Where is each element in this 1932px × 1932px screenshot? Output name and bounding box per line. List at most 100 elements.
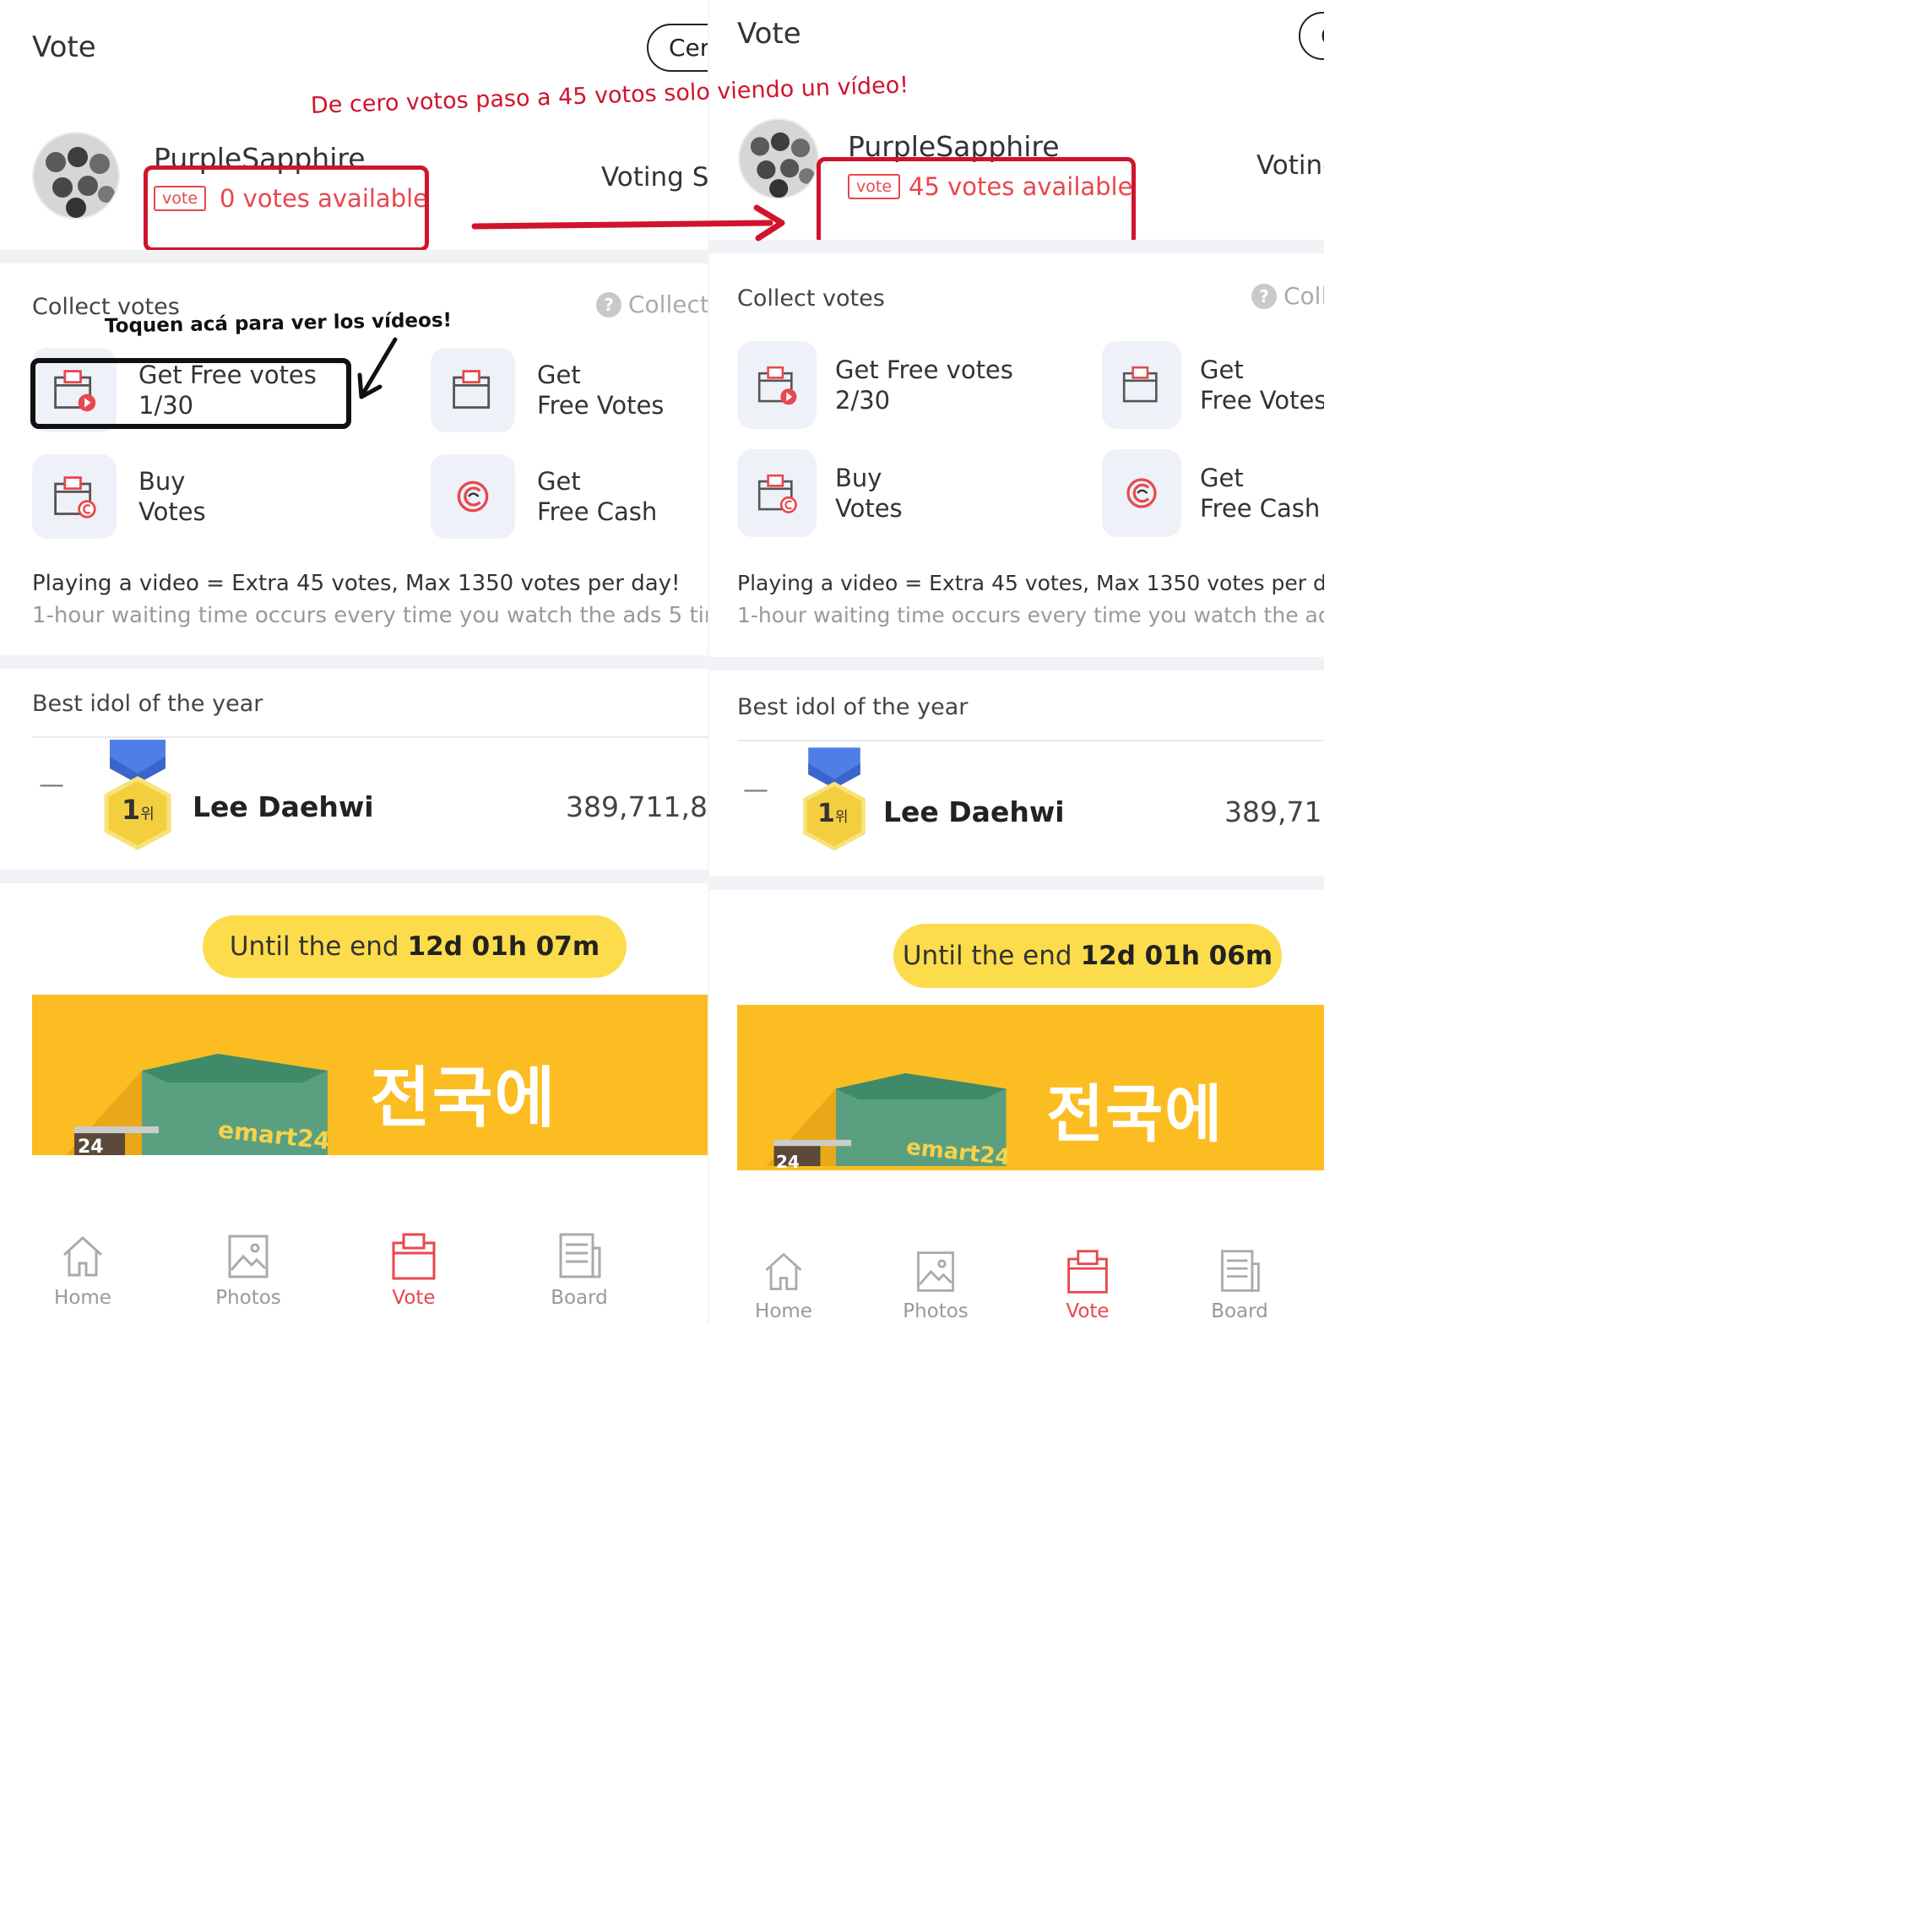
voting-status-link[interactable]: Voting — [1256, 150, 1324, 181]
tile-title: Buy — [835, 464, 882, 492]
tile-title: Buy — [138, 467, 186, 496]
group-photo-icon — [34, 133, 118, 218]
nav-label: Board — [551, 1287, 608, 1309]
voting-status-link[interactable]: Voting St — [601, 162, 708, 193]
avatar[interactable] — [738, 118, 819, 199]
get-free-votes-tile-2[interactable]: Get Free Votes — [431, 348, 664, 432]
help-icon: ? — [1251, 283, 1277, 309]
nav-home[interactable]: Home — [733, 1248, 834, 1322]
get-free-cash-tile[interactable]: Get Free Cash — [1102, 449, 1320, 537]
tile-subtitle: Free Votes — [1200, 386, 1324, 415]
photos-icon — [223, 1231, 274, 1282]
nav-vote[interactable]: Vote — [1037, 1248, 1138, 1322]
right-screenshot: Vote C PurpleSapphire vote 45 votes avai… — [709, 0, 1324, 1324]
tile-subtitle: Free Votes — [537, 391, 665, 420]
ranking-title: Best idol of the year — [737, 694, 969, 720]
group-photo-icon — [740, 120, 817, 198]
countdown-pill: Until the end 12d 01h 07m — [203, 915, 627, 978]
tile-title: Get — [1200, 464, 1244, 492]
ballot-cash-icon — [737, 449, 817, 537]
rank-change: — — [39, 770, 64, 800]
ballot-icon — [431, 348, 515, 432]
waiting-info-text: 1-hour waiting time occurs every time yo… — [737, 603, 1324, 627]
home-icon — [760, 1248, 807, 1295]
section-gap — [0, 250, 708, 263]
page-title: Vote — [737, 17, 801, 51]
rank-change: — — [743, 775, 768, 805]
cert-button[interactable]: Cert — [647, 24, 708, 72]
tile-title: Get — [537, 361, 581, 389]
tile-subtitle: Votes — [138, 497, 206, 526]
tile-title: Get — [537, 467, 581, 496]
waiting-info-text: 1-hour waiting time occurs every time yo… — [32, 603, 708, 628]
section-gap — [0, 655, 708, 669]
countdown-time: 12d 01h 06m — [1080, 941, 1273, 971]
section-gap — [709, 240, 1324, 253]
buy-votes-tile[interactable]: Buy Votes — [737, 449, 903, 537]
cash-icon — [1102, 449, 1181, 537]
divider — [737, 740, 1324, 741]
tile-subtitle: Free Cash — [537, 497, 658, 526]
banner-headline: 전국에 — [370, 1061, 557, 1137]
collect-votes-label: Collect votes — [737, 285, 885, 312]
countdown-pill: Until the end 12d 01h 06m — [893, 924, 1282, 988]
rank-suffix: 위 — [140, 806, 155, 823]
board-icon — [1216, 1248, 1263, 1295]
idol-vote-count: 389,711, — [1224, 795, 1324, 828]
nav-label: Vote — [1066, 1300, 1110, 1322]
collect-help-link[interactable]: ? Collecti — [596, 290, 708, 318]
cert-button[interactable]: C — [1299, 12, 1324, 60]
page-title: Vote — [32, 30, 96, 64]
tile-title: Get — [1200, 355, 1244, 384]
tap-highlight-box — [30, 358, 351, 429]
rank-medal-icon: 1위 — [799, 743, 870, 856]
idol-name[interactable]: Lee Daehwi — [193, 790, 374, 823]
nav-board[interactable]: Board — [1189, 1248, 1290, 1322]
nav-board[interactable]: Board — [529, 1231, 630, 1309]
get-free-votes-tile[interactable]: Get Free votes 2/30 — [737, 341, 1013, 429]
votes-highlight-box — [817, 157, 1136, 247]
nav-label: Vote — [392, 1287, 436, 1309]
idol-vote-count: 389,711,87 — [566, 790, 708, 823]
tile-subtitle: Votes — [835, 494, 903, 523]
home-icon — [57, 1231, 108, 1282]
nav-label: Board — [1211, 1300, 1268, 1322]
promo-banner[interactable]: emart24 24 전국에 — [32, 995, 708, 1155]
nav-home[interactable]: Home — [32, 1231, 133, 1309]
ballot-icon — [1102, 341, 1181, 429]
nav-photos[interactable]: Photos — [198, 1231, 299, 1309]
divider — [32, 736, 708, 738]
tile-subtitle: Free Cash — [1200, 494, 1321, 523]
nav-label: Home — [755, 1300, 812, 1322]
bottom-nav: Home Photos Vote Board — [733, 1248, 1290, 1322]
rank-number: 1 — [817, 799, 835, 828]
buy-votes-tile[interactable]: Buy Votes — [32, 454, 206, 539]
store-sign-number: 24 — [78, 1137, 104, 1155]
nav-photos[interactable]: Photos — [885, 1248, 986, 1322]
nav-label: Photos — [215, 1287, 281, 1309]
get-free-votes-tile-2[interactable]: Get Free Votes — [1102, 341, 1324, 429]
photos-icon — [912, 1248, 959, 1295]
collect-help-text: Collecti — [628, 290, 708, 318]
rank-suffix: 위 — [834, 809, 849, 826]
nav-vote[interactable]: Vote — [363, 1231, 464, 1309]
ballot-cash-icon — [32, 454, 117, 539]
help-icon: ? — [596, 291, 621, 317]
avatar[interactable] — [32, 132, 120, 220]
bottom-nav: Home Photos Vote Board — [32, 1231, 630, 1309]
votes-highlight-box — [144, 166, 429, 252]
nav-label: Home — [54, 1287, 111, 1309]
collect-help-link[interactable]: ? Colle — [1251, 282, 1324, 310]
get-free-cash-tile[interactable]: Get Free Cash — [431, 454, 657, 539]
section-gap — [0, 870, 708, 883]
countdown-label: Until the end — [229, 931, 399, 962]
idol-name[interactable]: Lee Daehwi — [883, 795, 1065, 828]
promo-banner[interactable]: emart24 24 전국에 — [737, 1005, 1324, 1170]
tile-count: 2/30 — [835, 386, 891, 415]
vote-icon — [1064, 1248, 1111, 1295]
section-gap — [709, 876, 1324, 890]
vote-icon — [388, 1231, 439, 1282]
rank-number: 1 — [122, 794, 141, 826]
board-icon — [554, 1231, 605, 1282]
tile-title: Get Free votes — [835, 355, 1013, 384]
